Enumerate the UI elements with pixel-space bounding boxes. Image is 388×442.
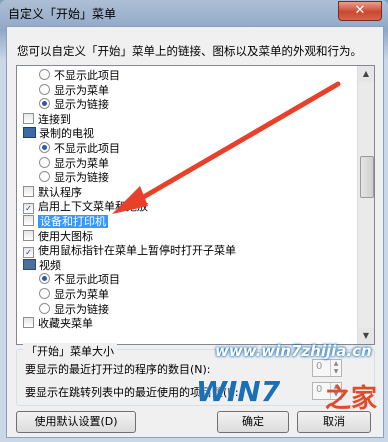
dialog-window: 自定义「开始」菜单 ✕ 您可以自定义「开始」菜单上的链接、图标以及菜单的外观和行… (0, 0, 388, 442)
red-arrow-annotation (112, 81, 341, 214)
